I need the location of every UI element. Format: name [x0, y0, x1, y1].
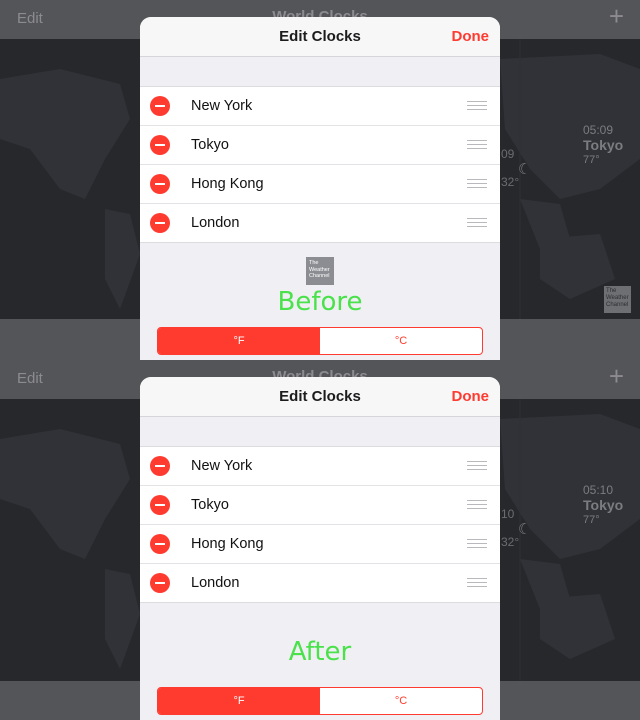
reorder-handle-icon[interactable] — [467, 179, 487, 189]
city-name: London — [191, 575, 240, 591]
tokyo-time: 05:10 — [583, 483, 614, 497]
weather-channel-logo-text: The Weather Channel — [309, 260, 330, 279]
tokyo-clock-label: 05:10 Tokyo 77° — [583, 483, 623, 528]
partial-clock-temp: 32° — [501, 175, 520, 189]
temperature-unit-control: °F °C — [157, 327, 483, 355]
reorder-handle-icon[interactable] — [467, 218, 487, 228]
tokyo-clock-label: 05:09 Tokyo 77° — [583, 123, 623, 168]
clock-list: New York Tokyo Hong Kong London — [140, 446, 500, 603]
reorder-handle-icon[interactable] — [467, 461, 487, 471]
partial-clock-time: 10 — [501, 507, 515, 521]
done-button[interactable]: Done — [452, 388, 490, 405]
before-caption: Before — [277, 287, 363, 317]
clock-row: Hong Kong — [140, 165, 500, 204]
city-name: Tokyo — [191, 497, 229, 513]
fahrenheit-segment[interactable]: °F — [158, 328, 320, 354]
delete-icon[interactable] — [150, 573, 170, 593]
sheet-header: Edit Clocks Done — [140, 377, 500, 417]
moon-icon: ☾ — [518, 161, 532, 178]
sheet-title: Edit Clocks — [279, 388, 361, 405]
city-name: New York — [191, 98, 253, 114]
city-name: New York — [191, 458, 253, 474]
fahrenheit-segment[interactable]: °F — [158, 688, 320, 714]
tokyo-city: Tokyo — [583, 137, 624, 153]
delete-icon[interactable] — [150, 534, 170, 554]
sheet-title: Edit Clocks — [279, 28, 361, 45]
clock-row: Tokyo — [140, 126, 500, 165]
partial-clock-time: 09 — [501, 147, 515, 161]
reorder-handle-icon[interactable] — [467, 578, 487, 588]
delete-icon[interactable] — [150, 213, 170, 233]
celsius-segment[interactable]: °C — [320, 328, 482, 354]
done-button[interactable]: Done — [452, 28, 490, 45]
moon-icon: ☾ — [518, 521, 532, 538]
delete-icon[interactable] — [150, 96, 170, 116]
temperature-unit-control: °F °C — [157, 687, 483, 715]
delete-icon[interactable] — [150, 174, 170, 194]
edit-clocks-sheet: Edit Clocks Done New York Tokyo Hong Kon… — [140, 377, 500, 720]
tokyo-time: 05:09 — [583, 123, 614, 137]
city-name: Hong Kong — [191, 176, 264, 192]
delete-icon[interactable] — [150, 456, 170, 476]
background-add-button[interactable]: + — [609, 3, 624, 29]
weather-channel-logo[interactable]: The Weather Channel — [306, 257, 334, 285]
reorder-handle-icon[interactable] — [467, 539, 487, 549]
delete-icon[interactable] — [150, 135, 170, 155]
clock-row: New York — [140, 87, 500, 126]
city-name: Hong Kong — [191, 536, 264, 552]
after-caption: After — [288, 637, 352, 667]
clock-row: New York — [140, 447, 500, 486]
clock-row: Hong Kong — [140, 525, 500, 564]
clock-row: London — [140, 564, 500, 602]
clock-row: London — [140, 204, 500, 242]
tokyo-temp: 77° — [583, 154, 600, 166]
background-add-button[interactable]: + — [609, 363, 624, 389]
celsius-segment[interactable]: °C — [320, 688, 482, 714]
reorder-handle-icon[interactable] — [467, 500, 487, 510]
before-screenshot: Edit World Clocks + 05:09 Tokyo 77° 09 ☾… — [0, 0, 640, 360]
partial-clock-temp: 32° — [501, 535, 520, 549]
clock-list: New York Tokyo Hong Kong London — [140, 86, 500, 243]
reorder-handle-icon[interactable] — [467, 101, 487, 111]
reorder-handle-icon[interactable] — [467, 140, 487, 150]
sheet-header: Edit Clocks Done — [140, 17, 500, 57]
after-screenshot: Edit World Clocks + 05:10 Tokyo 77° 10 ☾… — [0, 360, 640, 720]
city-name: London — [191, 215, 240, 231]
city-name: Tokyo — [191, 137, 229, 153]
clock-row: Tokyo — [140, 486, 500, 525]
delete-icon[interactable] — [150, 495, 170, 515]
tokyo-city: Tokyo — [583, 497, 624, 513]
tokyo-temp: 77° — [583, 514, 600, 526]
